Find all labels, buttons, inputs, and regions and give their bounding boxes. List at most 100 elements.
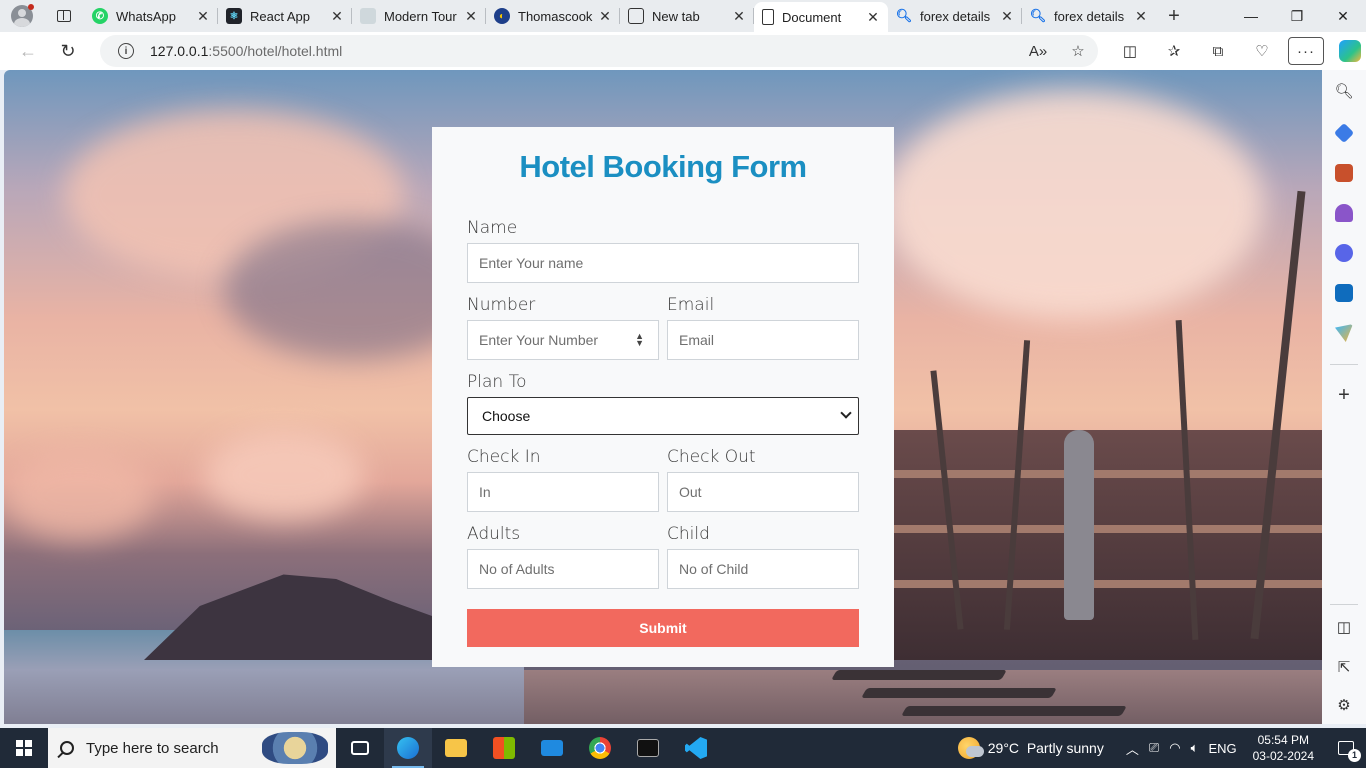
new-tab-button[interactable]: +	[1156, 0, 1192, 32]
taskbar-search-box[interactable]: Type here to search	[48, 728, 336, 768]
more-options-button[interactable]: ···	[1288, 37, 1324, 65]
weather-widget[interactable]: 29°C Partly sunny	[957, 737, 1104, 759]
number-input[interactable]: Enter Your Number ▲ ▼	[467, 320, 659, 360]
terminal-icon	[637, 739, 659, 757]
name-label: Name	[467, 218, 518, 238]
clock[interactable]: 05:54 PM 03-02-2024	[1253, 732, 1314, 764]
volume-muted-icon[interactable]: 🔈︎	[1191, 740, 1199, 756]
start-button[interactable]	[0, 728, 48, 768]
tab-title: Modern Tour	[384, 8, 457, 24]
profile-avatar[interactable]	[0, 0, 44, 32]
tab-forex-details-2[interactable]: 🔍︎ forex details ✕	[1022, 0, 1156, 32]
name-input[interactable]: Enter Your name	[467, 243, 859, 283]
email-label: Email	[667, 295, 715, 315]
checkout-input[interactable]: Out	[667, 472, 859, 512]
taskbar-chrome[interactable]	[576, 728, 624, 768]
background-cloud	[4, 450, 154, 540]
child-placeholder: No of Child	[679, 561, 749, 577]
taskbar-edge[interactable]	[384, 728, 432, 768]
close-icon[interactable]: ✕	[732, 8, 746, 25]
taskbar-store[interactable]	[480, 728, 528, 768]
read-aloud-icon[interactable]: A»	[1018, 43, 1058, 60]
split-screen-icon[interactable]: ◫	[1108, 32, 1152, 70]
task-view-button[interactable]	[336, 728, 384, 768]
microsoft-365-icon[interactable]	[1335, 244, 1353, 262]
close-icon[interactable]: ✕	[330, 8, 344, 25]
outlook-icon[interactable]	[1335, 284, 1353, 302]
plan-selected-value: Choose	[482, 408, 531, 424]
weather-condition: Partly sunny	[1026, 740, 1104, 756]
copilot-button[interactable]	[1328, 32, 1366, 70]
edge-sidebar: 🔍︎ + ◫ ⇱ ⚙	[1322, 70, 1366, 724]
child-input[interactable]: No of Child	[667, 549, 859, 589]
tab-react-app[interactable]: ⚛ React App ✕	[218, 0, 352, 32]
meet-now-icon[interactable]: ⎚	[1149, 740, 1159, 756]
refresh-button[interactable]: ↻	[48, 32, 88, 70]
open-external-icon[interactable]: ⇱	[1322, 658, 1366, 676]
close-icon[interactable]: ✕	[1000, 8, 1014, 25]
input-language-indicator[interactable]: ENG	[1208, 741, 1236, 756]
back-button[interactable]: ←	[8, 32, 48, 70]
plan-select[interactable]: Choose	[467, 397, 859, 435]
close-icon[interactable]: ✕	[1134, 8, 1148, 25]
adults-label: Adults	[467, 524, 521, 544]
favorite-star-icon[interactable]: ☆	[1058, 42, 1098, 60]
close-window-button[interactable]: ✕	[1320, 0, 1366, 32]
tab-title: React App	[250, 8, 310, 24]
close-icon[interactable]: ✕	[196, 8, 210, 25]
clock-date: 03-02-2024	[1252, 749, 1314, 763]
email-placeholder: Email	[679, 332, 715, 348]
taskbar-vscode[interactable]	[672, 728, 720, 768]
partly-sunny-icon	[957, 737, 984, 759]
tab-actions-button[interactable]	[44, 0, 84, 32]
tab-title: Thomascook	[518, 8, 593, 24]
favorites-icon[interactable]: ✰	[1152, 32, 1196, 70]
performance-icon[interactable]: ♡	[1240, 32, 1284, 70]
tab-modern-tour[interactable]: Modern Tour ✕	[352, 0, 486, 32]
add-icon[interactable]: +	[1322, 384, 1366, 407]
site-info-icon[interactable]: i	[118, 43, 134, 59]
tab-thomascook[interactable]: ◐ Thomascook ✕	[486, 0, 620, 32]
games-icon[interactable]	[1335, 204, 1353, 222]
address-bar[interactable]: i 127.0.0.1:5500/hotel/hotel.html A» ☆	[100, 35, 1098, 67]
wifi-icon[interactable]: ◠	[1169, 740, 1180, 756]
restore-button[interactable]: ❐	[1274, 0, 1320, 32]
close-icon[interactable]: ✕	[598, 8, 612, 25]
tab-document[interactable]: Document ✕	[754, 2, 888, 32]
close-icon[interactable]: ✕	[866, 9, 880, 26]
tab-whatsapp[interactable]: ✆ WhatsApp ✕	[84, 0, 218, 32]
notification-center-button[interactable]: 1	[1326, 728, 1366, 768]
settings-gear-icon[interactable]: ⚙	[1322, 696, 1366, 714]
tab-title: forex details	[920, 8, 991, 24]
taskbar-terminal[interactable]	[624, 728, 672, 768]
toolbox-icon[interactable]	[1335, 164, 1353, 182]
search-icon: 🔍︎	[1029, 8, 1047, 23]
checkout-placeholder: Out	[679, 484, 702, 500]
background-cloud	[204, 430, 364, 520]
close-icon[interactable]: ✕	[464, 8, 478, 25]
taskbar-mail[interactable]	[528, 728, 576, 768]
tab-title: forex details	[1054, 8, 1125, 24]
collections-icon[interactable]: ⧉	[1196, 32, 1240, 70]
checkin-input[interactable]: In	[467, 472, 659, 512]
taskbar-file-explorer[interactable]	[432, 728, 480, 768]
tab-forex-details-1[interactable]: 🔍︎ forex details ✕	[888, 0, 1022, 32]
hide-sidebar-icon[interactable]: ◫	[1322, 618, 1366, 636]
tab-actions-icon	[57, 10, 71, 22]
page-viewport: Hotel Booking Form Name Enter Your name …	[4, 70, 1322, 724]
profile-alert-dot	[28, 4, 34, 10]
number-stepper-icon[interactable]: ▲ ▼	[635, 332, 644, 348]
background-mountain	[144, 574, 454, 660]
drop-icon[interactable]	[1335, 324, 1353, 342]
tag-icon[interactable]	[1333, 122, 1355, 144]
email-input[interactable]: Email	[667, 320, 859, 360]
adults-placeholder: No of Adults	[479, 561, 555, 577]
search-icon[interactable]: 🔍︎	[1322, 82, 1366, 100]
submit-button[interactable]: Submit	[467, 609, 859, 647]
tab-new-tab[interactable]: New tab ✕	[620, 0, 754, 32]
adults-input[interactable]: No of Adults	[467, 549, 659, 589]
background-lounge-chair	[831, 670, 1007, 680]
minimize-button[interactable]: —	[1228, 0, 1274, 32]
show-hidden-icons-chevron-icon[interactable]: ︿	[1126, 739, 1139, 758]
form-title: Hotel Booking Form	[519, 149, 807, 184]
